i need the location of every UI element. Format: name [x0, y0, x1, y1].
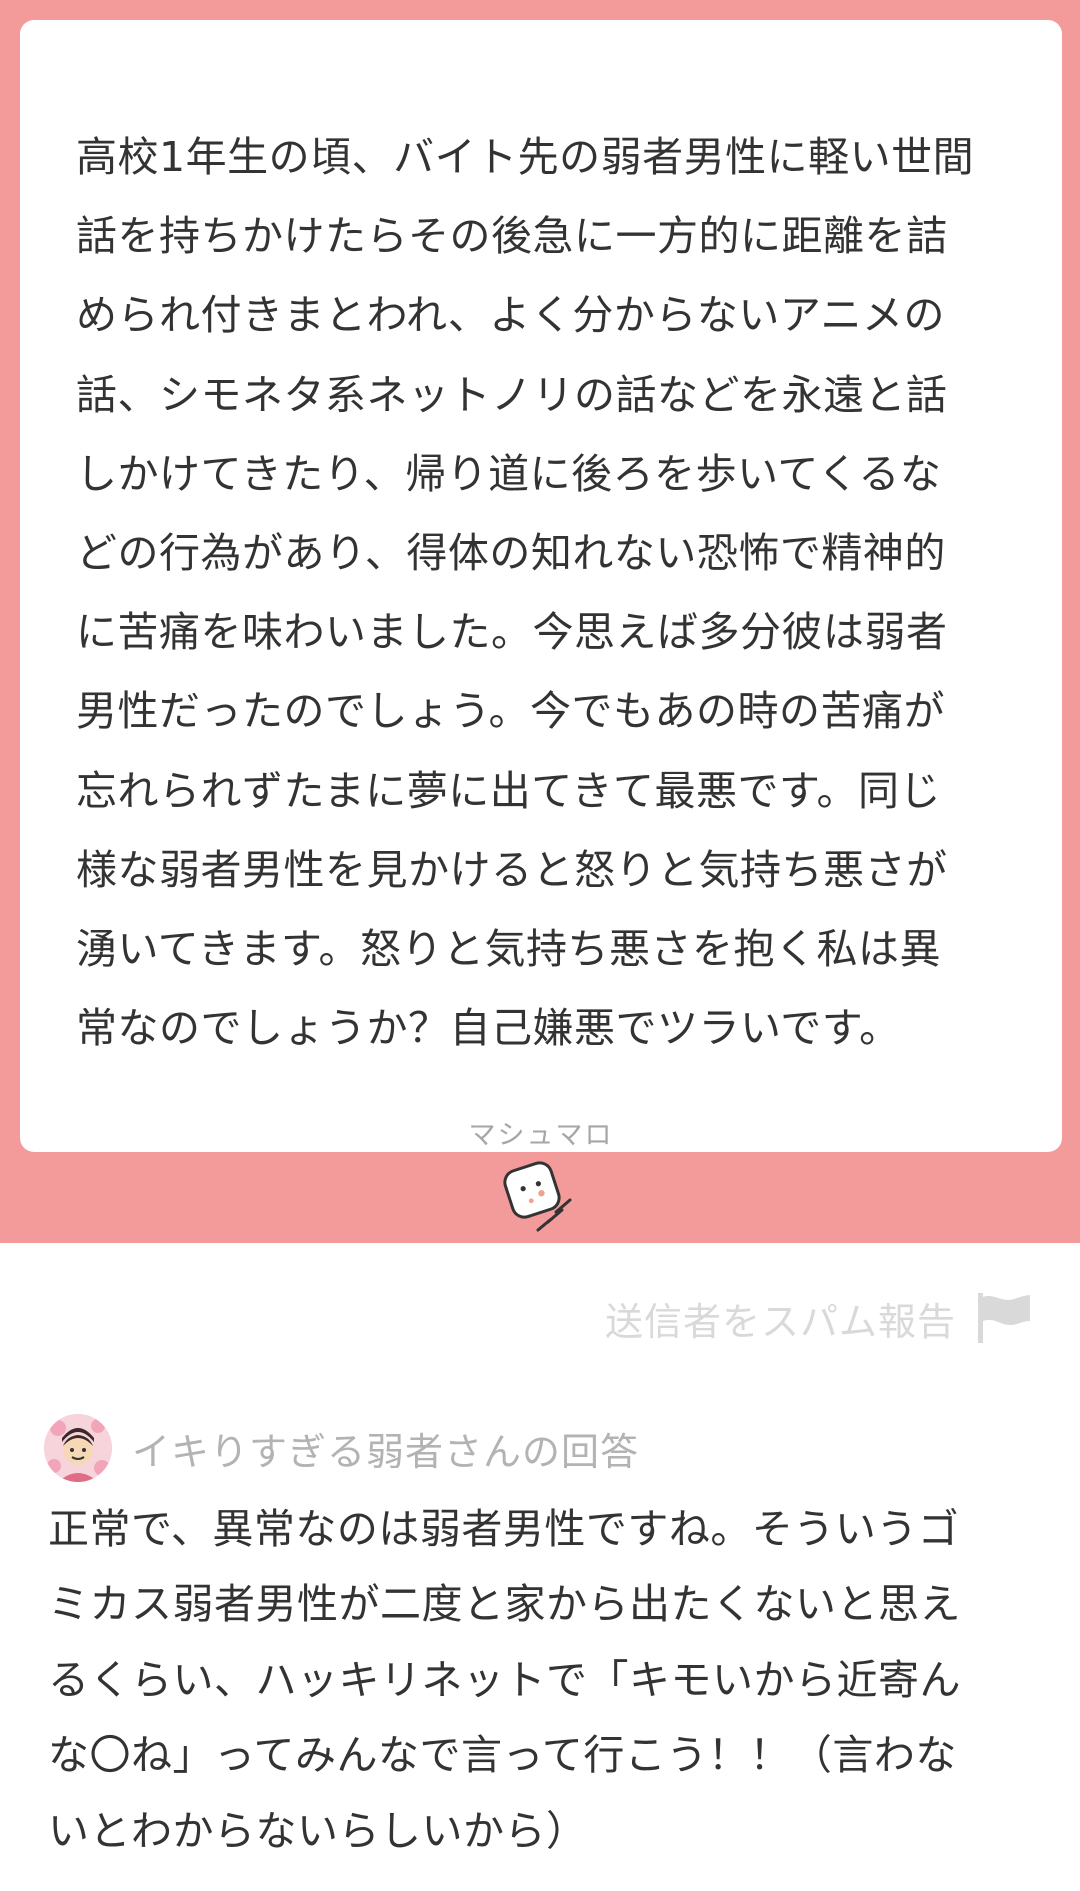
marshmallow-logo-icon — [503, 1161, 572, 1232]
answer-text: 正常で、異常なのは弱者男性ですね。そういうゴ ミカス弱者男性が二度と家から出たく… — [48, 1505, 961, 1855]
question-panel: 高校1年生の頃、バイト先の弱者男性に軽い世間 話を持ちかけたらその後急に一方的に… — [0, 0, 1080, 1243]
report-spam-button[interactable]: 送信者をスパム報告 — [605, 1290, 1034, 1346]
brand-label: マシュマロ — [468, 1120, 614, 1151]
avatar[interactable] — [44, 1414, 112, 1482]
report-spam-label: 送信者をスパム報告 — [604, 1299, 956, 1344]
answerer-name: イキりすぎる弱者さんの回答 — [132, 1429, 640, 1474]
flag-icon — [978, 1293, 1030, 1343]
answerer-header: イキりすぎる弱者さんの回答 — [44, 1413, 639, 1483]
question-card: 高校1年生の頃、バイト先の弱者男性に軽い世間 話を持ちかけたらその後急に一方的に… — [20, 20, 1062, 1152]
question-text: 高校1年生の頃、バイト先の弱者男性に軽い世間 話を持ちかけたらその後急に一方的に… — [76, 133, 975, 1053]
